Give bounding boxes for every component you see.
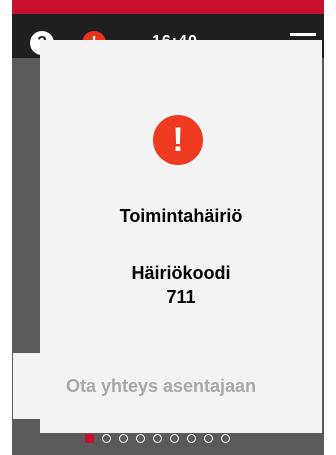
page-dot[interactable] — [187, 434, 196, 443]
page-dot-active[interactable] — [85, 434, 94, 443]
fault-code-value: 711 — [166, 287, 196, 307]
dialog-title: Toimintahäiriö — [119, 206, 243, 226]
page-dot[interactable] — [170, 434, 179, 443]
page-dot[interactable] — [136, 434, 145, 443]
page-dot[interactable] — [204, 434, 213, 443]
page-dot[interactable] — [119, 434, 128, 443]
page-indicator — [85, 434, 285, 446]
fault-code-label: Häiriökoodi — [131, 263, 231, 283]
contact-installer-button[interactable]: Ota yhteys asentajaan — [13, 353, 309, 419]
page-dot[interactable] — [153, 434, 162, 443]
alert-exclamation-icon: ! — [153, 115, 203, 165]
page-dot[interactable] — [102, 434, 111, 443]
accent-strip — [12, 0, 324, 14]
page-dot[interactable] — [221, 434, 230, 443]
